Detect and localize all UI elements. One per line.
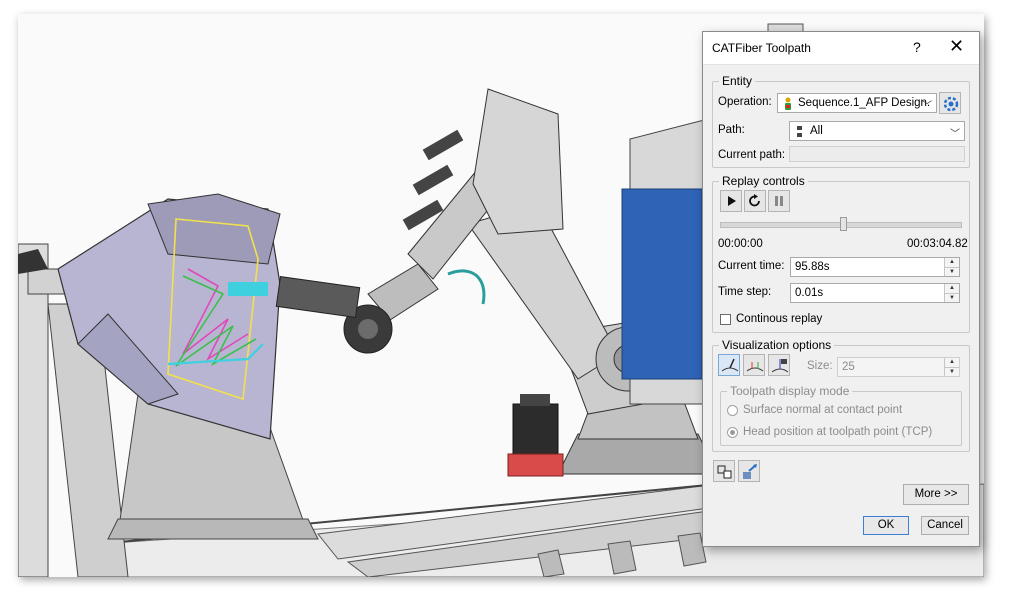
show-frames-button[interactable]: [743, 354, 765, 376]
current-time-value: 95.88s: [795, 261, 830, 273]
entity-legend: Entity: [722, 74, 753, 88]
head-position-label: Head position at toolpath point (TCP): [743, 426, 933, 438]
pause-button[interactable]: [768, 190, 790, 212]
continuous-replay-label: Continous replay: [736, 313, 823, 325]
current-time-input[interactable]: 95.88s ▲ ▼: [790, 257, 960, 277]
replay-slider[interactable]: [720, 217, 962, 231]
select-operation-button[interactable]: [939, 92, 961, 114]
time-step-input[interactable]: 0.01s ▲ ▼: [790, 283, 960, 303]
show-head-button[interactable]: [768, 354, 790, 376]
catfiber-toolpath-dialog: CATFiber Toolpath ? ✕ Entity Operation: …: [702, 31, 980, 547]
head-position-icon: [771, 359, 789, 373]
continuous-replay-checkbox[interactable]: [720, 314, 731, 325]
current-path-field: [789, 146, 965, 162]
surface-normal-label: Surface normal at contact point: [743, 404, 903, 416]
time-step-label: Time step:: [718, 286, 772, 298]
chevron-down-icon: ﹀: [922, 101, 932, 112]
slider-thumb[interactable]: [839, 217, 847, 231]
size-label: Size:: [807, 360, 833, 372]
end-time: 00:03:04.82: [907, 238, 968, 250]
size-value: 25: [842, 361, 855, 373]
head-position-radio[interactable]: [727, 427, 738, 438]
play-icon: [728, 196, 736, 206]
frames-icon: [746, 362, 764, 372]
export-button[interactable]: [738, 460, 760, 482]
windows-icon: [717, 465, 732, 479]
start-time: 00:00:00: [718, 238, 763, 250]
current-time-spinner[interactable]: ▲ ▼: [944, 258, 959, 276]
sequence-icon: [785, 97, 791, 110]
cancel-button[interactable]: Cancel: [921, 516, 969, 535]
time-step-value: 0.01s: [795, 287, 824, 299]
replay-legend: Replay controls: [722, 174, 805, 188]
chevron-down-icon: ﹀: [950, 129, 960, 140]
layout-toggle-button[interactable]: [713, 460, 735, 482]
display-mode-legend: Toolpath display mode: [730, 384, 850, 398]
play-button[interactable]: [720, 190, 742, 212]
operation-select[interactable]: Sequence.1_AFP Design. ﹀: [777, 93, 937, 113]
operation-value: Sequence.1_AFP Design.: [798, 97, 931, 109]
path-value: All: [810, 125, 823, 137]
pause-icon: [775, 196, 783, 206]
afp-head: [507, 394, 564, 477]
close-button[interactable]: ✕: [949, 36, 964, 57]
dialog-titlebar: CATFiber Toolpath ? ✕: [703, 32, 979, 65]
size-input[interactable]: 25 ▲ ▼: [837, 357, 960, 377]
surface-normal-radio[interactable]: [727, 405, 738, 416]
help-button[interactable]: ?: [913, 39, 921, 55]
time-step-spinner[interactable]: ▲ ▼: [944, 284, 959, 302]
path-icon: [797, 126, 802, 137]
gear-refresh-icon: [943, 96, 959, 112]
dialog-title: CATFiber Toolpath: [712, 41, 811, 55]
size-spinner[interactable]: ▲ ▼: [944, 358, 959, 376]
visualization-legend: Visualization options: [722, 338, 832, 352]
normals-icon: [721, 358, 739, 372]
current-time-label: Current time:: [718, 260, 785, 272]
more-button[interactable]: More >>: [903, 484, 969, 505]
replay-button[interactable]: [744, 190, 766, 212]
ok-button[interactable]: OK: [863, 516, 909, 535]
path-label: Path:: [718, 124, 745, 136]
path-select[interactable]: All ﹀: [789, 121, 965, 141]
robot-export-icon: [743, 464, 757, 479]
current-path-label: Current path:: [718, 149, 786, 161]
operation-label: Operation:: [718, 96, 772, 108]
show-normals-button[interactable]: [718, 354, 740, 376]
refresh-icon: [749, 194, 760, 207]
